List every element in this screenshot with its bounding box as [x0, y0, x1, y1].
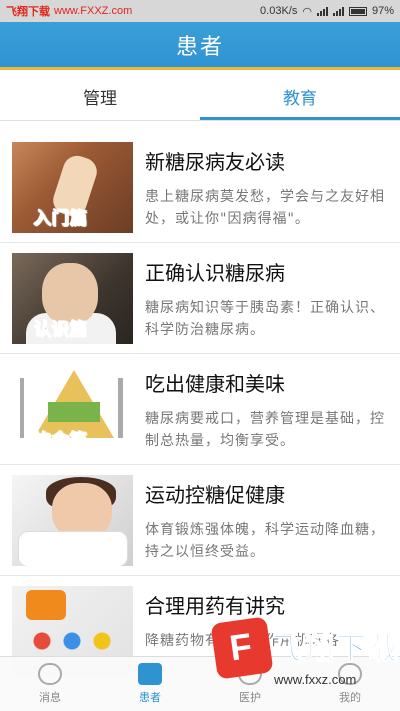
article-description: 体育锻炼强体魄，科学运动降血糖，持之以恒终受益。 — [145, 522, 385, 560]
knife-icon — [118, 378, 123, 438]
article-description: 糖尿病知识等于胰岛素！正确认识、科学防治糖尿病。 — [145, 300, 385, 338]
article-description: 糖尿病要戒口，营养管理是基础，控制总热量，均衡享受。 — [145, 411, 385, 449]
nav-label: 消息 — [39, 691, 61, 704]
signal-icon-2 — [332, 6, 344, 16]
article-list: 入门篇 新糖尿病友必读 患上糖尿病莫发愁，学会与之友好相处，或让你"因病得福"。… — [0, 132, 400, 687]
category-badge: 饮食篇 — [34, 431, 88, 452]
tab-manage[interactable]: 管理 — [0, 73, 200, 120]
article-title: 运动控糖促健康 — [145, 483, 285, 507]
network-speed: 0.03K/s — [260, 5, 298, 17]
tab-label: 管理 — [83, 89, 117, 109]
article-title: 吃出健康和美味 — [145, 372, 285, 396]
battery-icon — [348, 6, 367, 16]
article-thumbnail: 饮食篇 — [12, 364, 133, 455]
watermark-overlay: 飞翔下载 www.fxxz.com — [210, 616, 400, 706]
food-pyramid-layer — [48, 402, 100, 422]
clipboard-icon — [138, 663, 162, 685]
page-title: 患者 — [175, 34, 224, 60]
category-badge: 运动篇 — [34, 542, 88, 563]
article-description: 患上糖尿病莫发愁，学会与之友好相处，或让你"因病得福"。 — [145, 189, 385, 227]
nav-patients[interactable]: 患者 — [100, 657, 200, 711]
article-thumbnail: 入门篇 — [12, 142, 133, 233]
category-badge: 入门篇 — [34, 209, 88, 230]
status-bar: 飞翔下载 www.FXXZ.com 0.03K/s ◠ 97% — [0, 0, 400, 22]
list-item[interactable]: 认识篇 正确认识糖尿病 糖尿病知识等于胰岛素！正确认识、科学防治糖尿病。 — [0, 243, 400, 354]
status-left: 飞翔下载 www.FXXZ.com — [6, 3, 132, 19]
signal-icon — [316, 6, 328, 16]
nav-messages[interactable]: 消息 — [0, 657, 100, 711]
wifi-icon: ◠ — [302, 5, 312, 18]
watermark-text: 飞翔下载 — [6, 5, 50, 18]
tab-label: 教育 — [283, 89, 317, 109]
watermark-logo-icon — [210, 616, 274, 680]
list-item[interactable]: 入门篇 新糖尿病友必读 患上糖尿病莫发愁，学会与之友好相处，或让你"因病得福"。 — [0, 132, 400, 243]
watermark-title: 飞翔下载 — [272, 632, 400, 668]
status-right: 0.03K/s ◠ 97% — [260, 5, 394, 18]
battery-level: 97% — [371, 5, 394, 17]
list-item[interactable]: 运动篇 运动控糖促健康 体育锻炼强体魄，科学运动降血糖，持之以恒终受益。 — [0, 465, 400, 576]
category-badge: 认识篇 — [34, 320, 88, 341]
pill-bottle-icon — [26, 590, 66, 620]
app-header: 患者 — [0, 22, 400, 70]
watermark-url: www.FXXZ.com — [54, 5, 133, 17]
tab-bar: 管理 教育 — [0, 73, 400, 121]
article-thumbnail: 认识篇 — [12, 253, 133, 344]
fork-icon — [20, 378, 24, 438]
chat-bubble-icon — [38, 663, 62, 685]
tab-education[interactable]: 教育 — [200, 73, 400, 120]
watermark-site: www.fxxz.com — [274, 672, 357, 687]
article-title: 正确认识糖尿病 — [145, 261, 285, 285]
list-item[interactable]: 饮食篇 吃出健康和美味 糖尿病要戒口，营养管理是基础，控制总热量，均衡享受。 — [0, 354, 400, 465]
article-title: 合理用药有讲究 — [145, 594, 285, 618]
article-title: 新糖尿病友必读 — [145, 150, 285, 174]
nav-label: 患者 — [139, 691, 161, 704]
article-thumbnail: 运动篇 — [12, 475, 133, 566]
pills-icon — [22, 626, 122, 656]
